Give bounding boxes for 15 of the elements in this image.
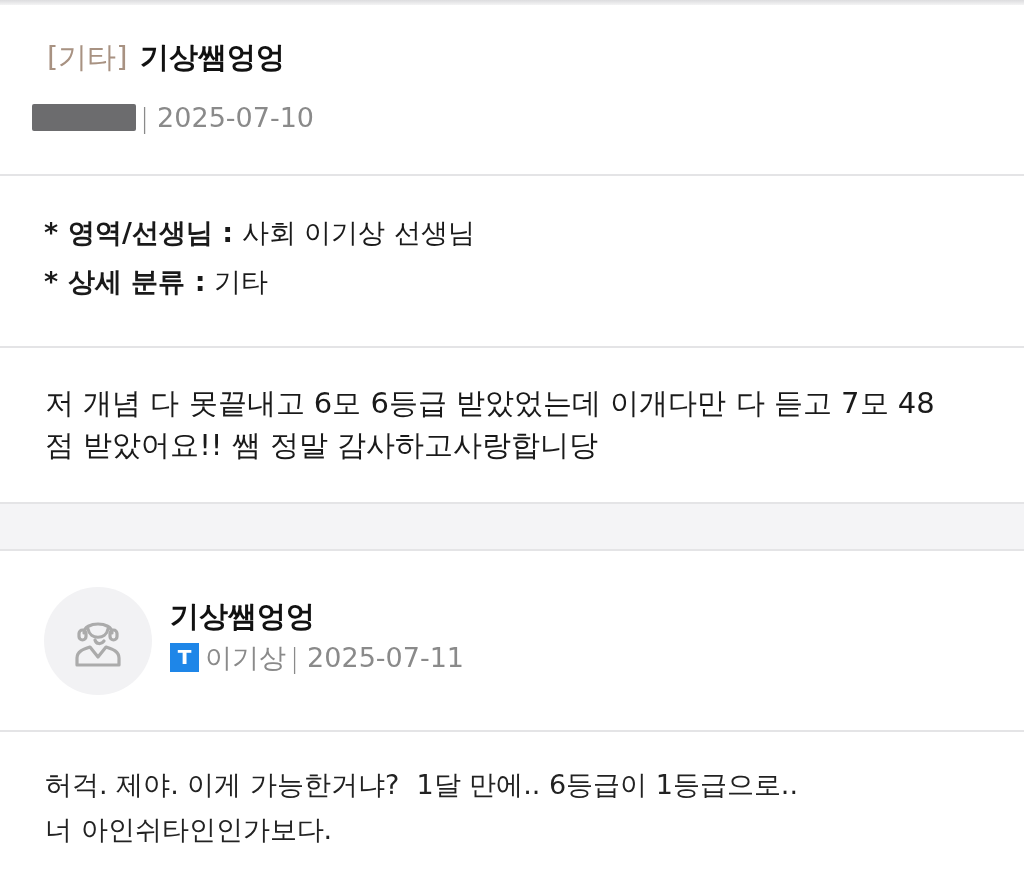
comment-author-name: 기상쌤엉엉 [170,597,316,635]
bullet-mark: * [44,217,60,248]
detail-text: 영역/선생님 : 사회 이기상 선생님 [68,215,475,250]
bullet-mark: * [44,266,60,297]
post-title: 기상쌤엉엉 [139,39,285,76]
teacher-badge: T [170,643,199,672]
comment-date: 2025-07-11 [307,642,465,673]
post-date: 2025-07-10 [157,101,315,133]
meta-separator: | [140,101,150,133]
comment-text: 허걱. 제야. 이게 가능한거냐? 1달 만에.. 6등급이 1등급으로.. 너 아인쉬타인인가보다. [45,768,800,847]
comment-author: 이기상 [205,640,286,675]
post-category: [기타] [47,39,128,76]
meta-separator: | [290,642,300,673]
post-body-text: 저 개념 다 못끝내고 6모 6등급 받았었는데 이개다만 다 듣고 7모 48 점 받았어요!! 쌤 정말 감사하고사랑합니당 [45,385,936,464]
detail-text: 상세 분류 : 기타 [68,264,269,299]
